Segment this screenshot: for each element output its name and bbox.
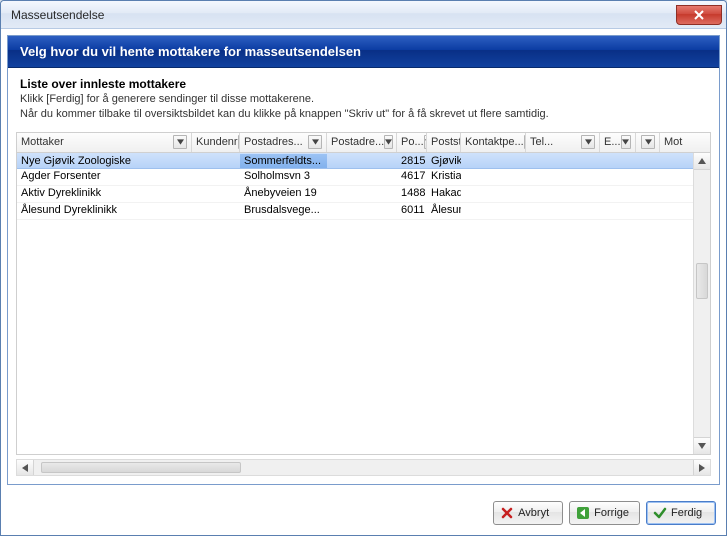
previous-button[interactable]: Forrige [569,501,640,525]
cancel-icon [500,506,514,520]
cell [526,169,600,185]
cell: Solholmsvn 3 [240,169,327,185]
info-line-2: Når du kommer tilbake til oversiktsbilde… [20,107,707,122]
cell [636,154,660,168]
button-bar: Avbryt Forrige Ferdig [1,491,726,535]
wizard-subheader: Velg hvor du vil hente mottakere for mas… [8,36,719,68]
cell: Brusdalsvege... [240,203,327,219]
cell: Aktiv Dyreklinikk [17,186,192,202]
scroll-up-icon[interactable] [694,153,710,170]
cell: 4617 [397,169,427,185]
table-row[interactable]: Aktiv Dyreklinikk Ånebyveien 19 1488Hakada… [17,186,710,203]
cell: Ålesund [427,203,461,219]
recipients-grid: Mottaker Kundenr Postadres... Postadre..… [16,132,711,455]
table-row[interactable]: Nye Gjøvik Zoologiske Sommerfeldts... 2815… [17,153,710,169]
col-mottaker[interactable]: Mottaker [17,133,192,152]
cell: Hakadal [427,186,461,202]
cell [327,169,397,185]
cell [526,154,600,168]
col-postadr2[interactable]: Postadre... [327,133,397,152]
filter-dropdown-icon[interactable] [621,135,631,149]
titlebar[interactable]: Masseutsendelse [1,1,726,29]
cell [461,203,526,219]
cell [600,154,636,168]
cell [526,186,600,202]
grid-body[interactable]: Nye Gjøvik Zoologiske Sommerfeldts... 2815… [17,153,710,454]
grid-header: Mottaker Kundenr Postadres... Postadre..… [17,133,710,153]
cancel-button[interactable]: Avbryt [493,501,563,525]
finish-button[interactable]: Ferdig [646,501,716,525]
col-extra[interactable] [636,133,660,152]
col-postnr[interactable]: Po... [397,133,427,152]
info-line-1: Klikk [Ferdig] for å generere sendinger … [20,92,707,107]
cell: 2815 [397,154,427,168]
cell [327,154,397,168]
cell [600,186,636,202]
close-icon [694,10,704,20]
arrow-left-icon [576,506,590,520]
cell [461,154,526,168]
scroll-down-icon[interactable] [694,437,710,454]
scroll-left-icon[interactable] [17,460,34,475]
cell [660,186,694,202]
cell [660,169,694,185]
dialog-window: Masseutsendelse Velg hvor du vil hente m… [0,0,727,536]
table-row[interactable]: Ålesund Dyreklinikk Brusdalsvege... 6011Ål… [17,203,710,220]
cell [526,203,600,219]
filter-dropdown-icon[interactable] [581,135,595,149]
filter-dropdown-icon[interactable] [384,135,393,149]
vertical-scrollbar[interactable] [693,153,710,454]
table-row[interactable]: Agder Forsenter Solholmsvn 3 4617Kristians… [17,169,710,186]
cell: Sommerfeldts... [240,154,327,168]
close-button[interactable] [676,5,722,25]
filter-dropdown-icon[interactable] [173,135,187,149]
col-kundenr[interactable]: Kundenr [192,133,240,152]
cell [461,169,526,185]
cell [327,186,397,202]
cell: Agder Forsenter [17,169,192,185]
body-frame: Velg hvor du vil hente mottakere for mas… [7,35,720,485]
cell [192,154,240,168]
cell: Kristiansa... [427,169,461,185]
col-mot[interactable]: Mot [660,133,694,152]
cell [461,186,526,202]
cell [636,203,660,219]
col-kontakt[interactable]: Kontaktpe... [461,133,526,152]
check-icon [653,506,667,520]
cell: Nye Gjøvik Zoologiske [17,154,192,168]
cell [660,203,694,219]
cell [636,186,660,202]
cell [600,203,636,219]
cell [192,203,240,219]
window-title: Masseutsendelse [11,8,676,22]
scroll-thumb[interactable] [41,462,241,473]
info-block: Liste over innleste mottakere Klikk [Fer… [8,68,719,132]
cell [327,203,397,219]
cell [660,154,694,168]
cell: 1488 [397,186,427,202]
cell [192,186,240,202]
cell [600,169,636,185]
cell: Ålesund Dyreklinikk [17,203,192,219]
cell: 6011 [397,203,427,219]
col-postadr1[interactable]: Postadres... [240,133,327,152]
cell [192,169,240,185]
col-email[interactable]: E... [600,133,636,152]
cell: Gjøvik [427,154,461,168]
cell [636,169,660,185]
horizontal-scrollbar[interactable] [16,459,711,476]
cell: Ånebyveien 19 [240,186,327,202]
filter-dropdown-icon[interactable] [308,135,322,149]
filter-dropdown-icon[interactable] [641,135,655,149]
scroll-thumb[interactable] [696,263,708,299]
info-title: Liste over innleste mottakere [20,76,707,92]
col-poststed[interactable]: Postst... [427,133,461,152]
scroll-right-icon[interactable] [693,460,710,475]
col-tel[interactable]: Tel... [526,133,600,152]
